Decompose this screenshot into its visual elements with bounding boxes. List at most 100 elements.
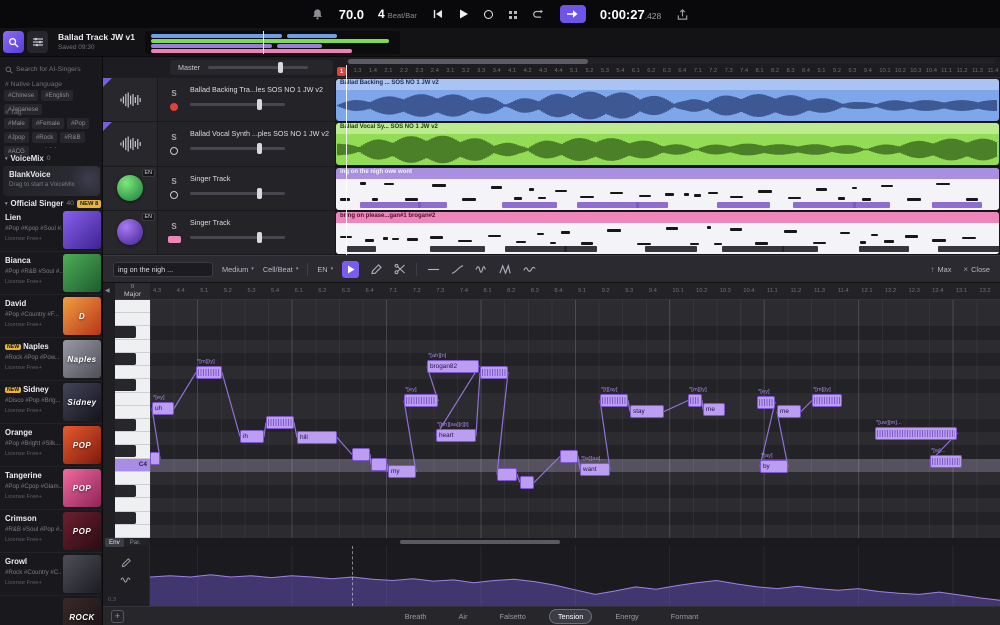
note[interactable] xyxy=(371,458,387,471)
piano-key-a3[interactable] xyxy=(115,498,150,511)
singer-card[interactable]: Lien#Pop #Kpop #Soul #...License Free+ xyxy=(0,209,103,252)
param-tab-formant[interactable]: Formant xyxy=(662,609,708,624)
count-in-grid-icon[interactable] xyxy=(506,7,521,22)
record-arm-button[interactable] xyxy=(170,191,178,199)
note[interactable]: me xyxy=(703,403,725,416)
tab-env[interactable]: Env xyxy=(105,538,124,547)
line-tool-icon[interactable] xyxy=(426,262,441,277)
note[interactable]: brogan82*[ah][n] xyxy=(427,360,479,373)
note[interactable]: *[ey] xyxy=(757,396,775,409)
solo-button[interactable]: S xyxy=(171,89,176,98)
param-tab-breath[interactable]: Breath xyxy=(396,609,436,624)
close-editor-button[interactable]: ×Close xyxy=(963,265,990,274)
singer-card[interactable]: Tangerine#Pop #Cpop #Glam...License Free… xyxy=(0,467,103,510)
track-icon-cell[interactable] xyxy=(103,78,158,121)
note[interactable] xyxy=(520,476,534,489)
collapse-keyboard-button[interactable]: ◀ xyxy=(105,287,110,294)
note[interactable]: *[t][ay] xyxy=(600,394,628,407)
note[interactable]: heart*[hh][aa][r][t] xyxy=(436,429,476,442)
singer-card[interactable]: Bianca#Pop #R&B #Soul #...License Free+ xyxy=(0,252,103,295)
param-tab-tension[interactable]: Tension xyxy=(549,609,592,624)
key-signature-cell[interactable]: 0 Major xyxy=(115,283,150,300)
note[interactable]: *[m][iy] xyxy=(196,366,222,379)
singer-card[interactable]: ROCK xyxy=(0,596,103,625)
note[interactable] xyxy=(497,468,517,481)
play-button[interactable] xyxy=(456,7,471,22)
slider-handle[interactable] xyxy=(257,99,262,110)
track-header[interactable]: ENSSinger Track xyxy=(103,211,335,255)
note[interactable]: ih xyxy=(240,430,264,443)
scrollbar-thumb[interactable] xyxy=(400,540,560,544)
note[interactable] xyxy=(266,416,294,429)
piano-key-b4[interactable] xyxy=(115,313,150,326)
volume-slider[interactable] xyxy=(190,236,285,239)
piano-key-as4[interactable] xyxy=(115,326,150,339)
piano-key-g3[interactable] xyxy=(115,525,150,538)
piano-key-gs3[interactable] xyxy=(115,512,150,525)
record-arm-button[interactable] xyxy=(170,103,178,111)
grid-mode-dropdown[interactable]: Cell/Beat▾ xyxy=(263,265,299,274)
volume-slider[interactable] xyxy=(190,103,285,106)
language-dropdown[interactable]: EN▾ xyxy=(317,265,333,274)
solo-button[interactable]: S xyxy=(171,177,176,186)
singer-card[interactable]: NEWSidney#Disco #Pop #Brig...License Fre… xyxy=(0,381,103,424)
slider-handle[interactable] xyxy=(257,232,262,243)
tag-chip[interactable]: #English xyxy=(41,90,73,101)
tag-chip[interactable]: #Male xyxy=(4,118,29,129)
master-channel[interactable]: Master xyxy=(170,60,333,75)
draw-curve-tool-icon[interactable] xyxy=(119,556,133,568)
note[interactable] xyxy=(352,448,370,461)
timeline-scrollbar[interactable] xyxy=(345,59,995,64)
piano-key-b3[interactable] xyxy=(115,472,150,485)
param-tab-falsetto[interactable]: Falsetto xyxy=(491,609,535,624)
tag-chip[interactable]: #Female xyxy=(32,118,64,129)
track-color-chip[interactable] xyxy=(168,236,181,243)
quantize-dropdown[interactable]: Medium▾ xyxy=(222,265,254,274)
note[interactable] xyxy=(560,450,578,463)
note[interactable]: by*[ay] xyxy=(760,460,788,473)
slider-handle[interactable] xyxy=(257,188,262,199)
lyric-input[interactable] xyxy=(113,262,213,277)
singer-voice-avatar[interactable] xyxy=(117,219,143,245)
voicemix-section-header[interactable]: ▾ VoiceMix 0 xyxy=(5,154,51,163)
note[interactable]: *[uw][m]... xyxy=(875,427,957,440)
timeline-ruler[interactable]: 1.21.31.42.12.22.32.43.13.23.33.44.14.24… xyxy=(335,65,1000,78)
scrollbar-thumb[interactable] xyxy=(348,59,588,64)
note-grid[interactable]: uh*[ey]*[m][iy]ihhillmy*[ey]brogan82*[ah… xyxy=(150,300,1000,538)
singer-voice-avatar[interactable] xyxy=(117,175,143,201)
loop-button[interactable] xyxy=(531,7,546,22)
note[interactable]: *[m][iy] xyxy=(812,394,842,407)
mixer-toggle-button[interactable] xyxy=(27,31,48,53)
solo-button[interactable]: S xyxy=(171,133,176,142)
playhead[interactable] xyxy=(346,65,347,255)
volume-slider[interactable] xyxy=(190,147,285,150)
curve-tool-icon[interactable] xyxy=(450,262,465,277)
piano-key-f4[interactable] xyxy=(115,393,150,406)
official-singer-section-header[interactable]: ▾ Official Singer 40 NEW 8 xyxy=(5,199,101,208)
note[interactable]: me xyxy=(777,405,801,418)
note[interactable]: *[m][iy] xyxy=(688,394,702,407)
note[interactable]: *[w]... xyxy=(930,455,962,468)
tab-par[interactable]: Par. xyxy=(126,538,145,547)
marker-flag[interactable]: 1 xyxy=(337,67,346,76)
piano-key-gs4[interactable] xyxy=(115,353,150,366)
singer-library-button[interactable] xyxy=(3,31,24,53)
tempo-display[interactable]: 70.0 xyxy=(339,7,364,22)
notification-bell-icon[interactable] xyxy=(310,7,325,22)
piano-key-c5[interactable] xyxy=(115,300,150,313)
scissors-tool-icon[interactable] xyxy=(392,262,407,277)
piano-key-cs4[interactable] xyxy=(115,445,150,458)
track-header[interactable]: SBallad Vocal Synth ...ples SOS NO 1 JW … xyxy=(103,122,335,166)
piano-key-ds4[interactable] xyxy=(115,419,150,432)
clip-region[interactable]: Ballad Vocal Sy... SOS NO 1 JW v2 xyxy=(336,123,999,165)
piano-key-as3[interactable] xyxy=(115,485,150,498)
piano-key-a4[interactable] xyxy=(115,340,150,353)
piano-key-d4[interactable] xyxy=(115,432,150,445)
parameter-curve-area[interactable] xyxy=(150,546,1000,606)
clip-region[interactable]: ing on the nigh owe wont xyxy=(336,168,999,210)
tag-chip[interactable]: #Rock xyxy=(32,132,58,143)
slider-handle[interactable] xyxy=(278,62,283,73)
note[interactable]: *[ey] xyxy=(404,394,438,407)
master-volume-slider[interactable] xyxy=(208,66,308,69)
piano-key-c4[interactable]: C4 xyxy=(115,459,150,472)
